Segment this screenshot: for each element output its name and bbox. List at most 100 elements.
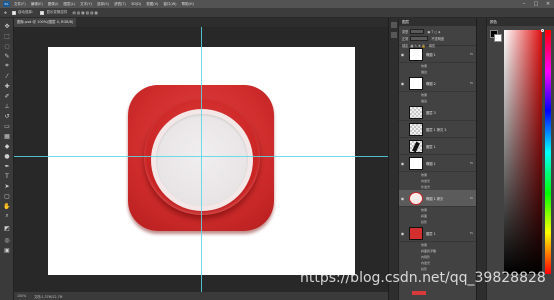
healing-tool-icon[interactable]: ✚ xyxy=(3,82,11,90)
history-brush-icon[interactable]: ↺ xyxy=(3,112,11,120)
properties-panel-icon[interactable] xyxy=(391,32,397,38)
quick-select-tool-icon[interactable]: ✎ xyxy=(3,52,11,60)
kind-filter-select[interactable] xyxy=(410,29,425,34)
show-transform-checkbox[interactable] xyxy=(40,10,45,15)
layer-name: 图层 1 xyxy=(426,144,436,149)
menu-file[interactable]: 文件(F) xyxy=(14,2,26,7)
opacity-label: 不透明度 xyxy=(431,37,445,41)
hand-tool-icon[interactable]: ✋ xyxy=(3,202,11,210)
shape-tool-icon[interactable]: ▢ xyxy=(3,192,11,200)
history-panel-icon[interactable] xyxy=(391,22,397,28)
lasso-tool-icon[interactable]: ◌ xyxy=(3,42,11,50)
align-icons[interactable]: ▤ ▥ ▦ ▧ ▨ ▩ xyxy=(72,11,97,15)
background-color-swatch[interactable] xyxy=(494,34,502,42)
layer-thumbnail xyxy=(409,76,423,90)
auto-select-checkbox[interactable] xyxy=(11,10,16,15)
fx-badge[interactable]: fx xyxy=(470,196,473,200)
visibility-eye-icon[interactable]: ◉ xyxy=(399,52,406,57)
fx-badge[interactable]: fx xyxy=(470,161,473,165)
type-tool-icon[interactable]: T xyxy=(3,172,11,180)
fx-badge[interactable]: fx xyxy=(470,52,473,56)
show-transform-option[interactable]: 显示变换控件 xyxy=(40,10,67,15)
horizontal-guide[interactable] xyxy=(14,156,388,157)
layer-row[interactable]: ◉ 椭圆 1 fx xyxy=(399,155,476,172)
layer-name: 图层 3 xyxy=(426,110,436,115)
dodge-tool-icon[interactable]: ● xyxy=(3,152,11,160)
menu-type[interactable]: 文字(Y) xyxy=(80,2,92,7)
fx-badge[interactable]: fx xyxy=(470,81,473,85)
minimize-icon[interactable]: – xyxy=(518,0,530,8)
gradient-tool-icon[interactable]: ▦ xyxy=(3,132,11,140)
menu-edit[interactable]: 编辑(E) xyxy=(31,2,43,7)
layer-thumbnail xyxy=(409,156,423,170)
layer-list: ◉ 椭圆 1 fx 效果 描边 ◉ 椭圆 2 fx 效果 描边 图层 3 图层 … xyxy=(399,46,476,272)
blur-tool-icon[interactable]: ◆ xyxy=(3,142,11,150)
menu-image[interactable]: 图像(I) xyxy=(48,2,59,7)
menu-layer[interactable]: 图层(L) xyxy=(63,2,75,7)
document-tab-bar: 图标.psd @ 100%(图层 4, RGB/8) xyxy=(14,18,388,27)
layer-thumbnail xyxy=(409,139,423,153)
panel-gutter xyxy=(476,18,486,300)
tools-panel: ✥ ⬚ ◌ ✎ ⌗ ⁄ ✚ ✐ ⊥ ↺ ▭ ▦ ◆ ● ✒ T ➤ ▢ ✋ ⌕ … xyxy=(0,18,14,300)
quick-mask-icon[interactable]: ◎ xyxy=(3,236,11,244)
maximize-icon[interactable]: □ xyxy=(530,0,542,8)
color-swatches-icon[interactable]: ◩ xyxy=(3,224,11,232)
eraser-tool-icon[interactable]: ▭ xyxy=(3,122,11,130)
visibility-eye-icon[interactable]: ◉ xyxy=(399,231,406,236)
pen-tool-icon[interactable]: ✒ xyxy=(3,162,11,170)
blend-mode-select[interactable] xyxy=(410,36,429,41)
layer-row[interactable]: 图层 3 xyxy=(399,104,476,121)
brush-tool-icon[interactable]: ✐ xyxy=(3,92,11,100)
layer-row[interactable]: ◉ 图层 1 fx xyxy=(399,225,476,242)
color-panel-header: 颜色 xyxy=(487,18,554,26)
color-tab[interactable]: 颜色 xyxy=(490,20,497,25)
menu-filter[interactable]: 滤镜(T) xyxy=(114,2,126,7)
layer-row[interactable]: 图层 1 拷贝 2 xyxy=(399,121,476,138)
collapsed-panel-dock xyxy=(388,18,398,300)
color-panel: 颜色 xyxy=(486,18,554,300)
menu-select[interactable]: 选择(S) xyxy=(97,2,109,7)
eyedropper-tool-icon[interactable]: ⁄ xyxy=(3,72,11,80)
watermark-text: https://blog.csdn.net/qq_39828828 xyxy=(300,270,546,286)
menu-help[interactable]: 帮助(H) xyxy=(182,2,194,7)
visibility-eye-icon[interactable]: ◉ xyxy=(399,161,406,166)
layer-row[interactable]: ◉ 椭圆 1 fx xyxy=(399,46,476,63)
layer-row-selected[interactable]: ◉ 椭圆 1 拷贝 fx xyxy=(399,190,476,207)
screen-mode-icon[interactable]: ▣ xyxy=(3,246,11,254)
layer-thumbnail xyxy=(409,105,423,119)
menu-bar: Ps 文件(F) 编辑(E) 图像(I) 图层(L) 文字(Y) 选择(S) 滤… xyxy=(0,0,554,8)
document-tab[interactable]: 图标.psd @ 100%(图层 4, RGB/8) xyxy=(14,18,76,27)
layer-row[interactable]: ◉ 椭圆 2 fx xyxy=(399,75,476,92)
hue-slider[interactable] xyxy=(545,30,551,274)
visibility-eye-icon[interactable]: ◉ xyxy=(399,81,406,86)
crop-tool-icon[interactable]: ⌗ xyxy=(3,62,11,70)
close-icon[interactable]: × xyxy=(542,0,554,8)
blend-row: 正常 不透明度 xyxy=(402,35,473,42)
fx-badge[interactable]: fx xyxy=(470,231,473,235)
zoom-level[interactable]: 100% xyxy=(17,294,26,298)
vertical-guide[interactable] xyxy=(201,27,202,292)
filter-row: 类型 ▣ T ◻ ◈ xyxy=(402,28,473,35)
menu-window[interactable]: 窗口(W) xyxy=(163,2,176,7)
marquee-tool-icon[interactable]: ⬚ xyxy=(3,32,11,40)
layer-thumbnail xyxy=(409,191,423,205)
visibility-eye-icon[interactable]: ◉ xyxy=(399,196,406,201)
options-bar: ✥ 自动选择： 显示变换控件 ▤ ▥ ▦ ▧ ▨ ▩ xyxy=(0,8,554,18)
menu-view[interactable]: 视图(V) xyxy=(146,2,158,7)
color-field[interactable] xyxy=(504,30,542,274)
layers-controls: 类型 ▣ T ◻ ◈ 正常 不透明度 锁定 ▦ ✎ ✥ 🔒 填充 xyxy=(399,26,476,48)
zoom-tool-icon[interactable]: ⌕ xyxy=(3,212,11,220)
stamp-tool-icon[interactable]: ⊥ xyxy=(3,102,11,110)
auto-select-option[interactable]: 自动选择： xyxy=(11,10,35,15)
move-tool-icon[interactable]: ✥ xyxy=(4,11,7,15)
filter-icons[interactable]: ▣ T ◻ ◈ xyxy=(427,30,440,34)
move-tool-icon[interactable]: ✥ xyxy=(3,22,11,30)
layer-name: 图层 1 拷贝 2 xyxy=(426,127,447,132)
color-picker-cursor[interactable] xyxy=(541,29,544,32)
layer-name: 椭圆 1 拷贝 xyxy=(426,196,444,201)
layer-row[interactable]: 图层 1 xyxy=(399,138,476,155)
layers-tab[interactable]: 图层 xyxy=(402,20,409,25)
layer-name: 椭圆 2 xyxy=(426,81,436,86)
menu-3d[interactable]: 3D(D) xyxy=(131,2,141,6)
path-select-tool-icon[interactable]: ➤ xyxy=(3,182,11,190)
